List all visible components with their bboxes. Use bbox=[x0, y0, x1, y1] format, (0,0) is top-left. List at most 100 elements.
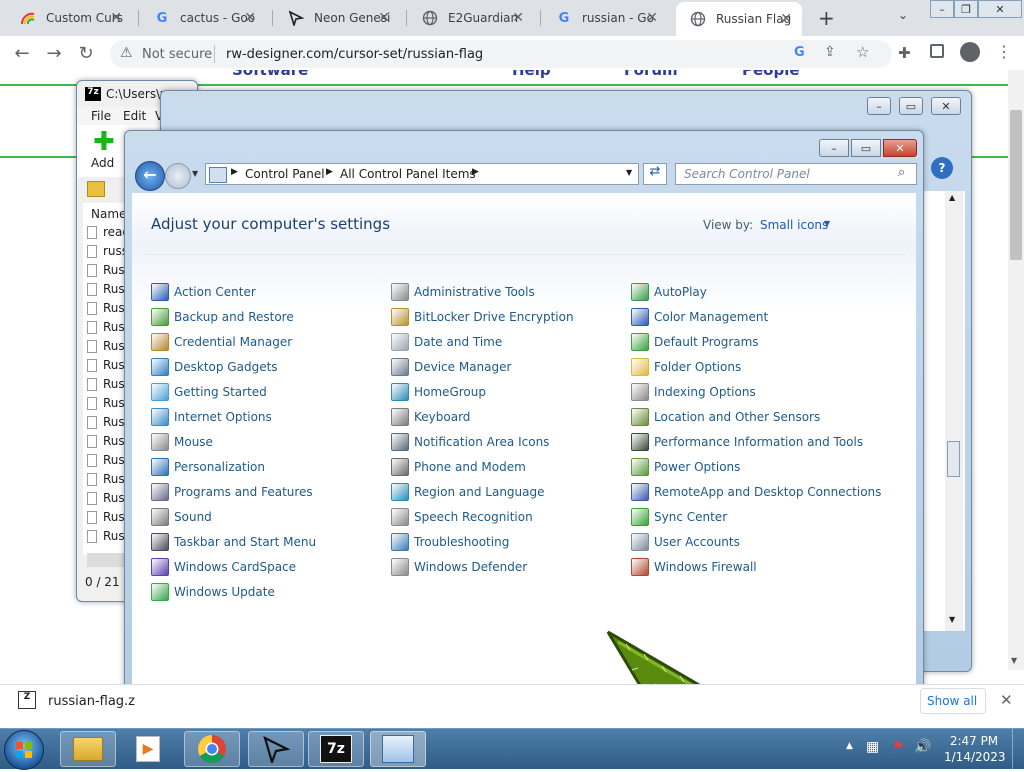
cp-item-windows-update[interactable]: Windows Update bbox=[151, 583, 275, 601]
menu-edit[interactable]: Edit bbox=[123, 109, 146, 123]
cp-item-date-and-time[interactable]: Date and Time bbox=[391, 333, 502, 351]
scroll-up-icon[interactable]: ▲ bbox=[949, 193, 955, 202]
cp-item-folder-options[interactable]: Folder Options bbox=[631, 358, 741, 376]
breadcrumb-separator-icon[interactable]: ▶ bbox=[231, 167, 238, 177]
show-desktop-button[interactable] bbox=[1012, 729, 1024, 769]
help-icon[interactable]: ? bbox=[931, 157, 953, 179]
clock[interactable]: 2:47 PM 1/14/2023 bbox=[944, 733, 1006, 765]
cp-item-administrative-tools[interactable]: Administrative Tools bbox=[391, 283, 535, 301]
google-lens-icon[interactable]: G bbox=[794, 45, 805, 60]
cp-item-location-and-other-sensors[interactable]: Location and Other Sensors bbox=[631, 408, 820, 426]
network-icon[interactable]: ▦ bbox=[866, 739, 879, 755]
taskbar-cursor-editor[interactable] bbox=[248, 731, 304, 767]
warning-icon[interactable]: ⚠ bbox=[120, 45, 133, 61]
cp-item-windows-cardspace[interactable]: Windows CardSpace bbox=[151, 558, 296, 576]
browser-tab[interactable]: Neon Genesi ✕ bbox=[274, 4, 400, 32]
back-arrow-icon[interactable]: ← bbox=[135, 161, 165, 191]
taskbar-chrome[interactable] bbox=[184, 731, 240, 767]
cp-item-notification-area-icons[interactable]: Notification Area Icons bbox=[391, 433, 549, 451]
cp-item-windows-defender[interactable]: Windows Defender bbox=[391, 558, 527, 576]
folder-up-icon[interactable] bbox=[87, 181, 105, 197]
close-tab-icon[interactable]: ✕ bbox=[378, 10, 390, 26]
cp-item-windows-firewall[interactable]: Windows Firewall bbox=[631, 558, 757, 576]
cp-item-speech-recognition[interactable]: Speech Recognition bbox=[391, 508, 533, 526]
browser-tab[interactable]: G cactus - Goo ✕ bbox=[140, 4, 266, 32]
browser-tab[interactable]: Custom Curs ✕ bbox=[6, 4, 132, 32]
chevron-down-icon[interactable]: ▼ bbox=[824, 219, 830, 228]
address-bar[interactable]: ⚠ Not secure rw-designer.com/cursor-set/… bbox=[110, 40, 892, 68]
close-icon[interactable]: ✕ bbox=[1000, 691, 1013, 709]
cp-item-personalization[interactable]: Personalization bbox=[151, 458, 265, 476]
close-tab-icon[interactable]: ✕ bbox=[512, 10, 524, 26]
back-arrow-icon[interactable]: ← bbox=[10, 42, 34, 64]
cp-item-device-manager[interactable]: Device Manager bbox=[391, 358, 511, 376]
view-by-dropdown[interactable]: Small icons bbox=[760, 218, 828, 232]
cp-item-phone-and-modem[interactable]: Phone and Modem bbox=[391, 458, 526, 476]
close-window-icon[interactable]: ✕ bbox=[931, 97, 961, 115]
taskbar-7zip[interactable]: 7z bbox=[308, 731, 364, 767]
site-nav-item[interactable]: People bbox=[742, 70, 800, 79]
minimize-icon[interactable]: – bbox=[867, 97, 891, 115]
add-button-label[interactable]: Add bbox=[91, 156, 114, 170]
cp-item-homegroup[interactable]: HomeGroup bbox=[391, 383, 486, 401]
site-nav-item[interactable]: Help bbox=[512, 70, 551, 79]
cp-item-region-and-language[interactable]: Region and Language bbox=[391, 483, 545, 501]
minimize-icon[interactable]: – bbox=[930, 0, 954, 18]
cp-item-indexing-options[interactable]: Indexing Options bbox=[631, 383, 756, 401]
chevron-down-icon[interactable]: ⌄ bbox=[898, 8, 908, 22]
maximize-icon[interactable]: ▭ bbox=[851, 139, 881, 157]
cp-item-keyboard[interactable]: Keyboard bbox=[391, 408, 470, 426]
maximize-icon[interactable]: ▭ bbox=[899, 97, 923, 115]
close-tab-icon[interactable]: ✕ bbox=[646, 10, 658, 26]
taskbar-explorer[interactable] bbox=[60, 731, 116, 767]
cp-item-user-accounts[interactable]: User Accounts bbox=[631, 533, 740, 551]
add-plus-icon[interactable]: ✚ bbox=[93, 129, 115, 155]
breadcrumb-separator-icon[interactable]: ▶ bbox=[326, 167, 333, 177]
reload-icon[interactable]: ↻ bbox=[74, 42, 98, 64]
search-icon[interactable]: ⌕ bbox=[898, 165, 905, 180]
close-tab-icon[interactable]: ✕ bbox=[244, 10, 256, 26]
close-window-icon[interactable]: ✕ bbox=[883, 139, 917, 157]
action-center-flag-icon[interactable]: ⚑ bbox=[892, 739, 905, 755]
bookmark-star-icon[interactable]: ☆ bbox=[856, 43, 869, 61]
cp-item-sound[interactable]: Sound bbox=[151, 508, 212, 526]
show-all-button[interactable]: Show all bbox=[920, 688, 986, 714]
cp-item-action-center[interactable]: Action Center bbox=[151, 283, 256, 301]
cp-item-power-options[interactable]: Power Options bbox=[631, 458, 740, 476]
cp-item-credential-manager[interactable]: Credential Manager bbox=[151, 333, 292, 351]
cp-item-getting-started[interactable]: Getting Started bbox=[151, 383, 267, 401]
start-button[interactable] bbox=[4, 730, 44, 770]
close-tab-icon[interactable]: ✕ bbox=[110, 10, 122, 26]
forward-arrow-icon[interactable] bbox=[165, 163, 191, 189]
cp-item-programs-and-features[interactable]: Programs and Features bbox=[151, 483, 313, 501]
column-name[interactable]: Name bbox=[91, 207, 126, 221]
cp-item-backup-and-restore[interactable]: Backup and Restore bbox=[151, 308, 294, 326]
horizontal-scrollbar[interactable] bbox=[87, 553, 127, 567]
vertical-scrollbar[interactable]: ▲ ▼ bbox=[945, 191, 963, 631]
site-nav-item[interactable]: Forum bbox=[624, 70, 678, 79]
download-filename[interactable]: russian-flag.z bbox=[48, 694, 135, 709]
scroll-down-icon[interactable]: ▼ bbox=[949, 615, 955, 624]
scrollbar-thumb[interactable] bbox=[1010, 110, 1022, 260]
taskbar-control-panel[interactable] bbox=[370, 731, 426, 767]
breadcrumb-all-items[interactable]: All Control Panel Items bbox=[340, 167, 476, 181]
profile-avatar-icon[interactable] bbox=[960, 42, 980, 62]
cp-item-desktop-gadgets[interactable]: Desktop Gadgets bbox=[151, 358, 278, 376]
minimize-icon[interactable]: – bbox=[819, 139, 849, 157]
breadcrumb-control-panel[interactable]: Control Panel bbox=[245, 167, 325, 181]
new-tab-button[interactable]: + bbox=[818, 6, 835, 30]
menu-file[interactable]: File bbox=[91, 109, 111, 123]
cp-item-mouse[interactable]: Mouse bbox=[151, 433, 213, 451]
cp-item-default-programs[interactable]: Default Programs bbox=[631, 333, 759, 351]
forward-arrow-icon[interactable]: → bbox=[42, 42, 66, 64]
volume-icon[interactable]: 🔊 bbox=[914, 739, 931, 755]
search-field[interactable]: Search Control Panel ⌕ bbox=[675, 163, 917, 185]
cp-item-troubleshooting[interactable]: Troubleshooting bbox=[391, 533, 509, 551]
close-window-icon[interactable]: ✕ bbox=[978, 0, 1022, 18]
cp-item-color-management[interactable]: Color Management bbox=[631, 308, 768, 326]
show-hidden-icons-chevron[interactable]: ▲ bbox=[846, 741, 853, 751]
share-icon[interactable]: ⇪ bbox=[824, 44, 836, 60]
extensions-icon[interactable]: ✚ bbox=[898, 44, 911, 62]
site-nav-item[interactable]: Software bbox=[232, 70, 308, 79]
close-tab-icon[interactable]: ✕ bbox=[780, 11, 792, 27]
